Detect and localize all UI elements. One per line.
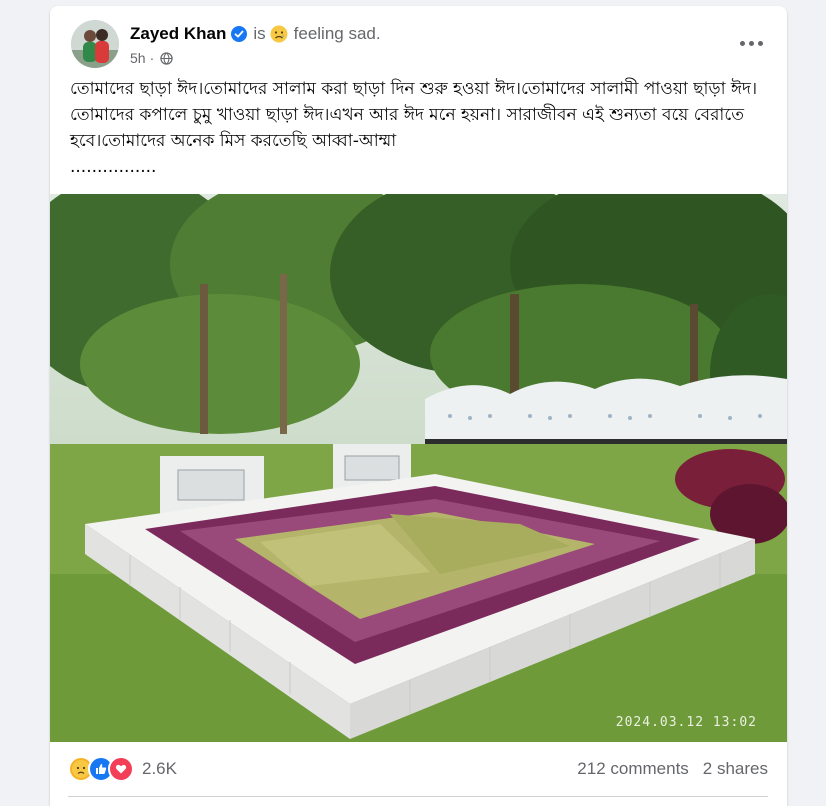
- stats-divider: [68, 796, 768, 797]
- meta-separator: ·: [149, 50, 155, 66]
- is-word: is: [253, 24, 266, 43]
- feeling-text[interactable]: feeling sad.: [294, 24, 381, 44]
- post-meta: 5h ·: [130, 50, 173, 66]
- shares-count[interactable]: 2 shares: [703, 759, 768, 779]
- more-options-icon: [739, 40, 745, 46]
- verified-badge-icon: [231, 26, 248, 42]
- love-reaction-icon: [108, 756, 134, 782]
- more-options-button[interactable]: [733, 30, 769, 56]
- author-line: Zayed Khan is feeling sad.: [130, 23, 381, 45]
- globe-icon: [160, 51, 173, 65]
- photo-timestamp: 2024.03.12 13:02: [615, 715, 757, 730]
- post-time[interactable]: 5h: [130, 50, 146, 66]
- post-text: তোমাদের ছাড়া ঈদ।তোমাদের সালাম করা ছাড়া…: [70, 79, 758, 177]
- author-avatar[interactable]: [71, 20, 119, 68]
- author-name[interactable]: Zayed Khan: [130, 24, 226, 44]
- comments-count[interactable]: 212 comments: [577, 759, 689, 779]
- engagement-counts: 212 comments 2 shares: [577, 759, 768, 779]
- post-stats: 2.6K 212 comments 2 shares: [68, 754, 768, 784]
- post-card: Zayed Khan is feeling sad. 5h · তোমাদের …: [50, 6, 787, 806]
- grave-garden-photo: [50, 194, 787, 742]
- post-photo[interactable]: 2024.03.12 13:02: [50, 194, 787, 742]
- sad-face-icon: [270, 25, 288, 43]
- reactions-summary[interactable]: 2.6K: [68, 756, 177, 782]
- reactions-count[interactable]: 2.6K: [142, 759, 177, 779]
